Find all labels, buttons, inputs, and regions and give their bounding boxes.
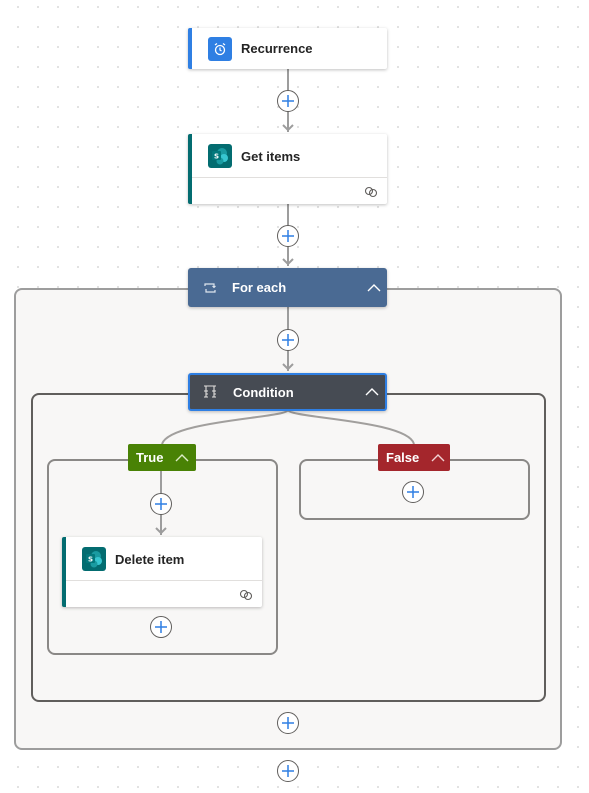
branch-connectors [161, 410, 415, 445]
svg-text:S: S [88, 556, 93, 564]
arrow-down-icon [282, 258, 294, 266]
delete-item-title: Delete item [115, 551, 185, 567]
true-branch-badge[interactable]: True [128, 444, 196, 471]
get-items-title: Get items [241, 148, 301, 164]
condition-header[interactable]: Condition [188, 373, 387, 411]
plus-icon [282, 334, 294, 346]
add-action-button[interactable] [277, 225, 299, 247]
recurrence-title: Recurrence [241, 41, 313, 56]
add-action-button[interactable] [277, 760, 299, 782]
arrow-down-icon [282, 363, 294, 371]
link-icon[interactable] [239, 589, 253, 601]
get-items-action-card[interactable]: S Get items [188, 134, 387, 204]
chevron-up-icon[interactable] [365, 387, 379, 397]
arrow-down-icon [155, 527, 167, 535]
svg-text:S: S [214, 153, 219, 161]
plus-icon [282, 765, 294, 777]
chevron-up-icon[interactable] [431, 453, 445, 463]
delete-item-action-card[interactable]: S Delete item [62, 537, 262, 607]
plus-icon [155, 498, 167, 510]
for-each-header[interactable]: For each [188, 268, 387, 307]
add-action-button[interactable] [150, 616, 172, 638]
chevron-up-icon[interactable] [367, 283, 381, 293]
sharepoint-icon: S [82, 547, 106, 571]
false-branch-label: False [386, 450, 420, 465]
add-action-button[interactable] [277, 712, 299, 734]
chevron-up-icon[interactable] [175, 453, 189, 463]
plus-icon [407, 486, 419, 498]
condition-title: Condition [233, 384, 294, 400]
link-icon[interactable] [364, 186, 378, 198]
sharepoint-icon: S [208, 144, 232, 168]
true-branch-connector [161, 410, 289, 445]
alarm-clock-icon [208, 36, 232, 61]
plus-icon [282, 717, 294, 729]
false-branch-badge[interactable]: False [378, 444, 450, 471]
true-branch-label: True [136, 450, 164, 465]
plus-icon [282, 230, 294, 242]
plus-icon [282, 95, 294, 107]
false-branch-connector [287, 410, 415, 445]
loop-icon [204, 282, 216, 293]
for-each-title: For each [232, 280, 287, 295]
add-action-button[interactable] [402, 481, 424, 503]
condition-icon [204, 385, 216, 398]
plus-icon [155, 621, 167, 633]
card-footer [192, 177, 387, 204]
arrow-down-icon [282, 124, 294, 132]
add-action-button[interactable] [150, 493, 172, 515]
card-footer [66, 580, 262, 607]
recurrence-trigger-card[interactable]: Recurrence [188, 28, 387, 69]
add-action-button[interactable] [277, 329, 299, 351]
add-action-button[interactable] [277, 90, 299, 112]
